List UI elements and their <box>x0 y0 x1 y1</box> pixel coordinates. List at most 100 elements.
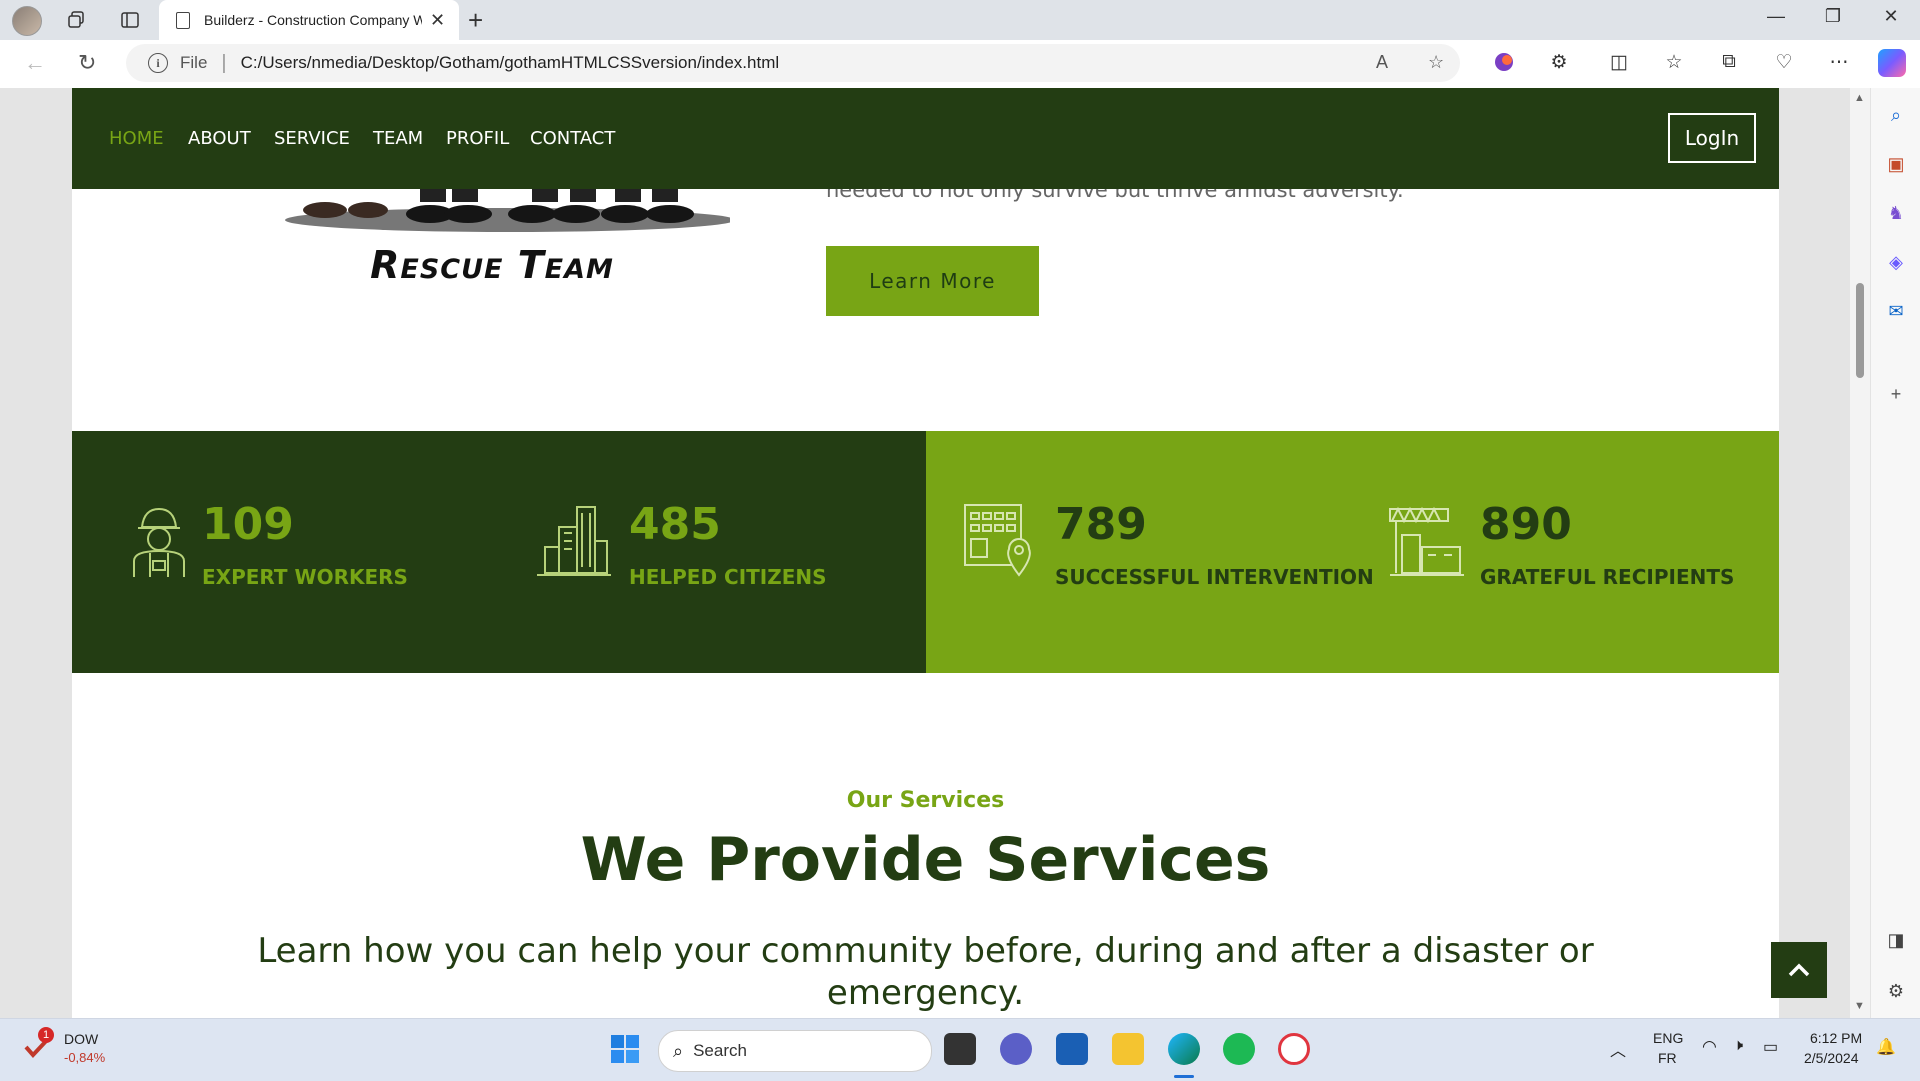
browser-tab-bar: Builderz - Construction Company Website … <box>0 0 1920 40</box>
nav-home[interactable]: HOME <box>109 128 164 149</box>
page-scrollbar[interactable]: ▲ ▼ <box>1850 88 1870 1018</box>
login-button[interactable]: LogIn <box>1668 113 1756 163</box>
task-view-icon[interactable] <box>944 1033 976 1065</box>
close-tab-icon[interactable]: ✕ <box>430 10 445 31</box>
taskbar-search[interactable]: ⌕ Search <box>658 1030 932 1072</box>
stat-number: 109 <box>202 499 294 550</box>
volume-muted-icon[interactable]: 🕨 <box>1733 1037 1743 1055</box>
building-location-icon <box>964 504 1031 577</box>
spotify-icon[interactable] <box>1223 1033 1255 1065</box>
scroll-down-arrow[interactable]: ▼ <box>1854 1000 1865 1012</box>
hide-sidebar-icon[interactable]: ◨ <box>1884 928 1908 952</box>
profile-avatar[interactable] <box>12 6 42 36</box>
favorites-icon[interactable]: ☆ <box>1660 51 1688 74</box>
stat-number: 890 <box>1480 499 1572 550</box>
stat-label: HELPED CITIZENS <box>629 565 827 589</box>
close-window-icon[interactable]: ✕ <box>1871 6 1911 27</box>
file-explorer-icon[interactable] <box>1112 1033 1144 1065</box>
wifi-icon[interactable]: ◠ <box>1702 1037 1717 1057</box>
construction-site-icon <box>1389 506 1464 576</box>
minimize-icon[interactable]: — <box>1756 6 1796 27</box>
copilot-icon[interactable] <box>1878 49 1906 77</box>
stats-dark-panel: 109 EXPERT WORKERS 485 HELPED CITIZENS <box>72 431 926 673</box>
url-scheme: File <box>180 53 208 72</box>
read-aloud-icon[interactable]: A <box>1376 52 1388 73</box>
show-hidden-icons-chevron-icon[interactable]: ︿ <box>1610 1037 1626 1061</box>
new-tab-button[interactable]: + <box>468 5 483 36</box>
collections-icon[interactable]: ⧉ <box>1715 51 1743 73</box>
city-building-icon <box>537 506 611 576</box>
stat-label: EXPERT WORKERS <box>202 565 408 589</box>
stat-number: 789 <box>1055 499 1147 550</box>
learn-more-button[interactable]: Learn More <box>826 246 1039 316</box>
more-menu-icon[interactable]: ⋯ <box>1825 51 1853 74</box>
page-viewport: Rescue Team needed to not only survive b… <box>0 88 1850 1018</box>
microsoft-store-icon[interactable] <box>1056 1033 1088 1065</box>
tools-icon[interactable]: ▣ <box>1884 152 1908 176</box>
settings-gear-icon[interactable]: ⚙ <box>1884 979 1908 1003</box>
url-separator: | <box>221 51 227 74</box>
nav-about[interactable]: ABOUT <box>188 128 251 149</box>
nav-team[interactable]: TEAM <box>373 128 423 149</box>
chevron-up-icon <box>1788 963 1810 977</box>
active-tab[interactable]: Builderz - Construction Company Website … <box>159 0 459 40</box>
back-to-top-button[interactable] <box>1771 942 1827 998</box>
windows-taskbar: 1 DOW -0,84% ⌕ Search ︿ ENG FR ◠ 🕨 ▭ 6:1… <box>0 1018 1920 1081</box>
website: Rescue Team needed to not only survive b… <box>72 88 1779 1018</box>
services-eyebrow: Our Services <box>846 788 1005 813</box>
rescue-team-caption: Rescue Team <box>370 243 614 287</box>
address-bar[interactable]: i File | C:/Users/nmedia/Desktop/Gotham/… <box>126 44 1460 82</box>
info-icon[interactable]: i <box>148 53 168 73</box>
active-app-indicator <box>1174 1075 1194 1078</box>
stat-label: GRATEFUL RECIPIENTS <box>1480 565 1735 589</box>
add-sidebar-app-icon[interactable]: + <box>1884 382 1908 406</box>
scroll-thumb[interactable] <box>1856 283 1864 378</box>
vertical-tabs-icon[interactable] <box>117 7 143 33</box>
scroll-up-arrow[interactable]: ▲ <box>1854 92 1865 104</box>
page-icon <box>176 11 190 29</box>
teams-chat-icon[interactable] <box>1000 1033 1032 1065</box>
refresh-icon[interactable]: ↻ <box>78 50 96 76</box>
services-description: Learn how you can help your community be… <box>257 931 1594 1013</box>
clock-time[interactable]: 6:12 PM <box>1810 1030 1862 1046</box>
tab-title: Builderz - Construction Company Website … <box>204 12 422 28</box>
site-navbar: HOME ABOUT SERVICE TEAM PROFIL CONTACT L… <box>72 88 1779 189</box>
search-icon[interactable]: ⌕ <box>1884 103 1908 127</box>
restore-icon[interactable]: ❐ <box>1813 6 1853 27</box>
nav-service[interactable]: SERVICE <box>274 128 350 149</box>
stat-number: 485 <box>629 499 721 550</box>
stock-widget-icon[interactable]: 1 <box>24 1027 54 1061</box>
stock-name: DOW <box>64 1031 99 1047</box>
stock-change: -0,84% <box>64 1050 106 1065</box>
edge-sidebar: ⌕ ▣ ♞ ◈ ✉ + ◨ ⚙ <box>1870 88 1920 1018</box>
stats-light-panel: 789 SUCCESSFUL INTERVENTION 890 GRATEFUL… <box>926 431 1779 673</box>
games-icon[interactable]: ♞ <box>1884 201 1908 225</box>
url-text[interactable]: C:/Users/nmedia/Desktop/Gotham/gothamHTM… <box>241 53 780 73</box>
opera-icon[interactable] <box>1278 1033 1310 1065</box>
notification-badge: 1 <box>38 1027 54 1043</box>
services-title: We Provide Services <box>580 825 1271 895</box>
nav-profil[interactable]: PROFIL <box>446 128 509 149</box>
language-bottom[interactable]: FR <box>1658 1050 1677 1066</box>
workspaces-icon[interactable] <box>64 7 90 33</box>
favorite-star-icon[interactable]: ☆ <box>1428 52 1444 73</box>
language-top[interactable]: ENG <box>1653 1030 1683 1046</box>
microsoft-365-icon[interactable]: ◈ <box>1884 250 1908 274</box>
clock-date[interactable]: 2/5/2024 <box>1804 1050 1859 1066</box>
address-toolbar: ← ↻ i File | C:/Users/nmedia/Desktop/Got… <box>0 40 1920 89</box>
edge-browser-icon[interactable] <box>1168 1033 1200 1065</box>
browser-essentials-icon[interactable]: ♡ <box>1770 51 1798 74</box>
extension-colorful-icon[interactable] <box>1490 51 1518 79</box>
split-screen-icon[interactable]: ◫ <box>1605 51 1633 74</box>
stats-section: 109 EXPERT WORKERS 485 HELPED CITIZENS 7… <box>72 431 1779 673</box>
stat-label: SUCCESSFUL INTERVENTION <box>1055 565 1374 589</box>
battery-icon[interactable]: ▭ <box>1763 1037 1778 1057</box>
nav-contact[interactable]: CONTACT <box>530 128 615 149</box>
outlook-icon[interactable]: ✉ <box>1884 299 1908 323</box>
start-windows-icon[interactable] <box>610 1034 640 1069</box>
extensions-puzzle-icon[interactable]: ⚙ <box>1545 51 1573 74</box>
back-icon[interactable]: ← <box>24 50 46 76</box>
search-icon: ⌕ <box>673 1040 684 1061</box>
notifications-bell-icon[interactable]: 🔔 <box>1876 1037 1896 1057</box>
worker-icon <box>133 507 185 577</box>
